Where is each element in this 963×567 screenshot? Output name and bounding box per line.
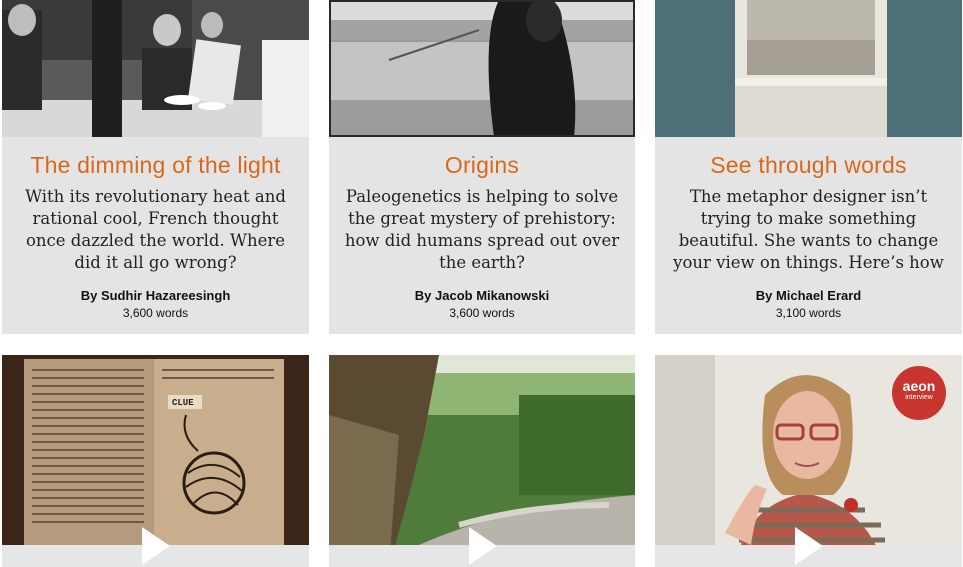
video-card-2[interactable] (329, 355, 635, 567)
article-author[interactable]: By Sudhir Hazareesingh (2, 288, 309, 303)
article-description: The metaphor designer isn’t trying to ma… (673, 187, 944, 272)
article-author[interactable]: By Michael Erard (655, 288, 962, 303)
article-image-desert[interactable] (329, 0, 635, 137)
article-card-2[interactable]: Origins Paleogenetics is helping to solv… (329, 0, 635, 334)
aeon-logo-subtext: interview (905, 394, 933, 401)
play-icon[interactable] (140, 525, 172, 567)
article-card-3[interactable]: See through words The metaphor designer … (655, 0, 962, 334)
article-word-count: 3,100 words (775, 306, 842, 320)
article-author[interactable]: By Jacob Mikanowski (329, 288, 635, 303)
play-icon[interactable] (793, 525, 825, 567)
video-card-1[interactable]: CLUE (2, 355, 309, 567)
article-word-count: 3,600 words (449, 306, 515, 320)
clue-label: CLUE (172, 398, 194, 408)
video-card-3[interactable]: aeon interview (655, 355, 962, 567)
article-image-window[interactable] (655, 0, 962, 137)
aeon-logo: aeon interview (893, 379, 945, 402)
article-word-count: 3,600 words (122, 306, 189, 320)
article-title[interactable]: The dimming of the light (2, 152, 309, 179)
aeon-logo-text: aeon (902, 378, 936, 394)
article-image-cafe[interactable] (2, 0, 309, 137)
article-description: Paleogenetics is helping to solve the gr… (344, 187, 620, 272)
article-card-1[interactable]: The dimming of the light With its revolu… (2, 0, 309, 334)
article-title[interactable]: See through words (655, 152, 962, 179)
article-title[interactable]: Origins (329, 152, 635, 179)
article-description: With its revolutionary heat and rational… (25, 187, 286, 272)
play-icon[interactable] (467, 525, 499, 567)
